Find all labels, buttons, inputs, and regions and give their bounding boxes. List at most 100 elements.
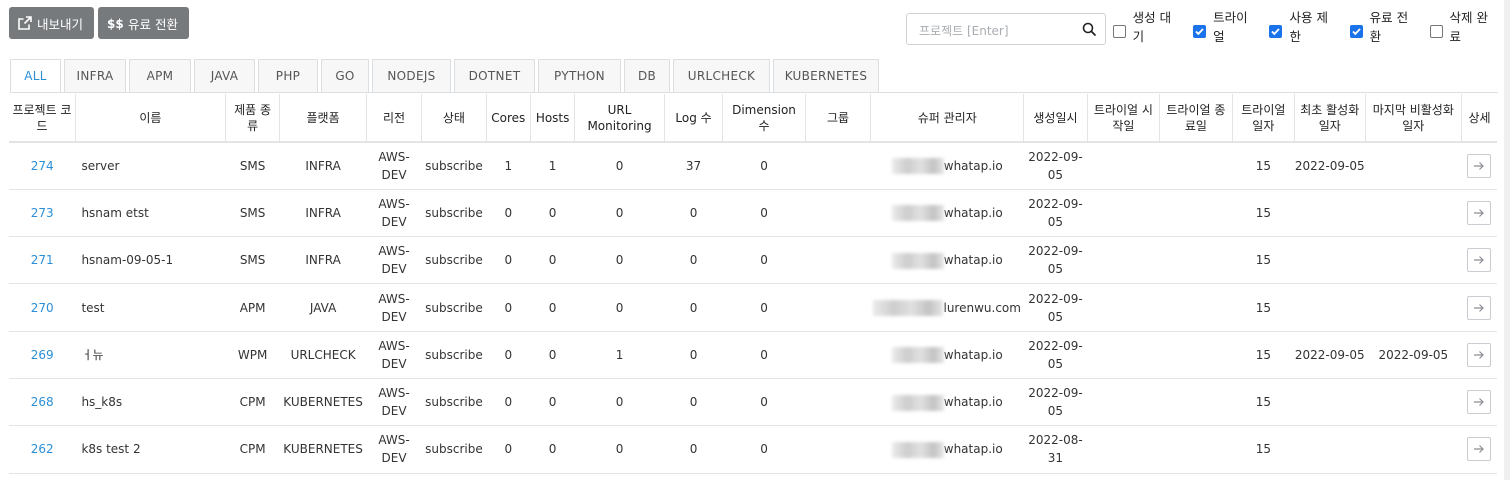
cell-platform: INFRA xyxy=(279,142,367,190)
table-row[interactable]: 268 hs_k8s CPM KUBERNETES AWS-DEV subscribe 0 0… xyxy=(9,378,1497,427)
cell-detail xyxy=(1461,283,1497,332)
cell-trial_end xyxy=(1159,189,1233,238)
filter-checkbox[interactable] xyxy=(1269,24,1283,38)
table-row[interactable]: 262 k8s test 2 CPM KUBERNETES AWS-DEV subscri… xyxy=(9,425,1497,474)
cell-logs: 0 xyxy=(664,378,723,427)
detail-button[interactable] xyxy=(1467,200,1492,225)
cell-detail xyxy=(1461,142,1497,190)
cell-first_active: 2022-09-05 xyxy=(1294,331,1365,379)
tab-php[interactable]: PHP xyxy=(258,59,318,92)
cell-hosts: 0 xyxy=(530,378,575,427)
column-header[interactable]: 상세 xyxy=(1461,94,1497,143)
cell-last_inactive xyxy=(1365,283,1462,332)
filter-0[interactable]: 생성 대기 xyxy=(1113,10,1181,50)
column-header[interactable]: 리전 xyxy=(366,94,423,143)
cell-admin: whatap.io xyxy=(870,378,1024,427)
filter-label: 트라이얼 xyxy=(1213,10,1248,44)
arrow-right-icon xyxy=(1474,303,1485,312)
cell-code[interactable]: 262 xyxy=(9,425,76,474)
tab-urlcheck[interactable]: URLCHECK xyxy=(673,59,770,92)
column-header[interactable]: 상태 xyxy=(421,94,487,143)
external-link-icon xyxy=(18,16,32,30)
cell-hosts: 0 xyxy=(530,283,575,332)
detail-button[interactable] xyxy=(1467,390,1492,415)
detail-button[interactable] xyxy=(1467,295,1492,320)
cell-code[interactable]: 270 xyxy=(9,283,76,332)
tab-dotnet[interactable]: DOTNET xyxy=(454,59,535,92)
cell-first_active xyxy=(1294,378,1365,427)
search-icon[interactable] xyxy=(1082,22,1097,37)
column-header[interactable]: 이름 xyxy=(75,94,226,143)
filter-checkbox[interactable] xyxy=(1113,24,1126,38)
cell-product: SMS xyxy=(225,142,280,190)
table-row[interactable]: 269 ㅓ뉴 WPM URLCHECK AWS-DEV subscribe 0 0 1 0 0 wha… xyxy=(9,331,1497,379)
column-header[interactable]: Hosts xyxy=(530,94,576,143)
cell-trial_start xyxy=(1087,189,1160,238)
tab-db[interactable]: DB xyxy=(624,59,670,92)
cell-product: CPM xyxy=(225,425,280,474)
detail-button[interactable] xyxy=(1467,153,1492,178)
column-header[interactable]: URL Monitoring xyxy=(574,94,665,143)
project-search-input[interactable]: 프로젝트 [Enter] xyxy=(906,13,1106,45)
column-header[interactable]: 생성일시 xyxy=(1023,94,1088,143)
cell-last_inactive xyxy=(1365,189,1462,238)
tab-nodejs[interactable]: NODEJS xyxy=(372,59,451,92)
column-header[interactable]: Log 수 xyxy=(664,94,724,143)
tab-go[interactable]: GO xyxy=(321,59,369,92)
table-row[interactable]: 273 hsnam etst SMS INFRA AWS-DEV subscribe 0 0 0… xyxy=(9,189,1497,238)
cell-url: 0 xyxy=(574,142,665,190)
cell-code[interactable]: 271 xyxy=(9,236,76,285)
filter-checkbox[interactable] xyxy=(1429,24,1443,38)
column-header[interactable]: 트라이얼 종료일 xyxy=(1159,94,1233,143)
cell-trial_end xyxy=(1159,425,1233,474)
cell-code[interactable]: 268 xyxy=(9,378,76,427)
export-button[interactable]: 내보내기 xyxy=(9,7,95,39)
cell-created: 2022-09-05 xyxy=(1023,378,1088,427)
filter-checkbox[interactable] xyxy=(1349,24,1363,38)
paid-convert-button[interactable]: $$ 유료 전환 xyxy=(98,7,189,39)
column-header[interactable]: 제품 종류 xyxy=(225,94,281,143)
filter-2[interactable]: 사용 제한 xyxy=(1269,10,1337,50)
detail-button[interactable] xyxy=(1467,437,1492,462)
tab-infra[interactable]: INFRA xyxy=(64,59,126,92)
filter-label: 삭제 완료 xyxy=(1449,10,1488,44)
column-header[interactable]: 마지막 비활성화 일자 xyxy=(1365,94,1463,143)
tab-apm[interactable]: APM xyxy=(129,59,191,92)
filter-3[interactable]: 유료 전환 xyxy=(1349,10,1418,50)
cell-region: AWS-DEV xyxy=(366,189,422,238)
filter-1[interactable]: 트라이얼 xyxy=(1193,10,1257,50)
column-header[interactable]: 트라이얼 일자 xyxy=(1232,94,1296,143)
column-header[interactable]: 최초 활성화 일자 xyxy=(1294,94,1366,143)
table-row[interactable]: 270 test APM JAVA AWS-DEV subscribe 0 0 0 0 0 luren… xyxy=(9,283,1497,332)
redacted-email-user xyxy=(891,205,944,222)
filter-checkbox[interactable] xyxy=(1193,24,1207,38)
tab-kubernetes[interactable]: KUBERNETES xyxy=(773,59,879,92)
cell-status: subscribe xyxy=(421,189,487,238)
cell-code[interactable]: 269 xyxy=(9,331,76,379)
cell-url: 0 xyxy=(574,236,665,285)
cell-hosts: 0 xyxy=(530,189,575,238)
table-row[interactable]: 271 hsnam-09-05-1 SMS INFRA AWS-DEV subscribe… xyxy=(9,236,1497,285)
cell-trial_days: 15 xyxy=(1232,236,1295,285)
tab-all[interactable]: ALL xyxy=(10,59,61,92)
column-header[interactable]: 트라이얼 시작일 xyxy=(1087,94,1161,143)
cell-logs: 37 xyxy=(664,142,723,190)
cell-code[interactable]: 274 xyxy=(9,142,76,190)
filter-label: 유료 전환 xyxy=(1369,10,1409,44)
column-header[interactable]: Cores xyxy=(486,94,531,143)
column-header[interactable]: 그룹 xyxy=(805,94,872,143)
detail-button[interactable] xyxy=(1467,248,1492,273)
detail-button[interactable] xyxy=(1467,342,1492,367)
column-header[interactable]: Dimension 수 xyxy=(722,94,806,143)
column-header[interactable]: 슈퍼 관리자 xyxy=(870,94,1025,143)
column-header[interactable]: 플랫폼 xyxy=(279,94,367,143)
cell-code[interactable]: 273 xyxy=(9,189,76,238)
cell-status: subscribe xyxy=(421,283,487,332)
tab-java[interactable]: JAVA xyxy=(194,59,255,92)
tab-python[interactable]: PYTHON xyxy=(538,59,621,92)
filter-4[interactable]: 삭제 완료 xyxy=(1429,10,1498,50)
cell-product: CPM xyxy=(225,378,280,427)
column-header[interactable]: 프로젝트 코드 xyxy=(9,94,76,143)
table-row[interactable]: 274 server SMS INFRA AWS-DEV subscribe 1 1 0 37 0 w… xyxy=(9,142,1497,190)
scrollbar[interactable] xyxy=(1504,0,1510,480)
